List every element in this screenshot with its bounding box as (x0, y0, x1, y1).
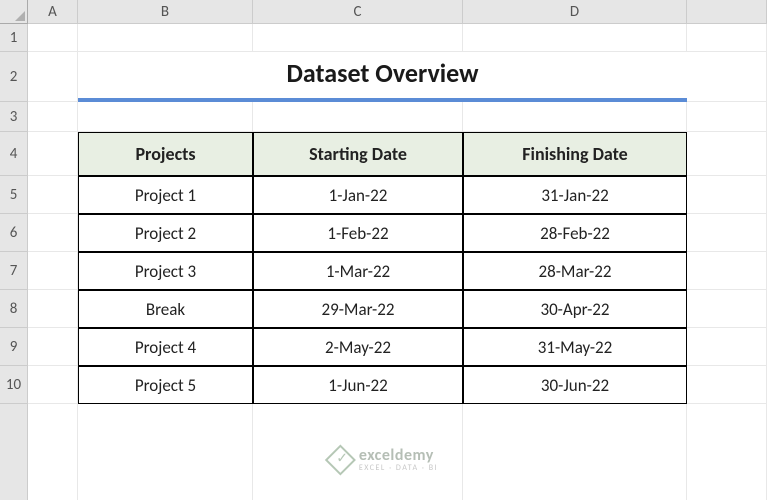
col-header-A[interactable]: A (28, 0, 78, 24)
cell[interactable] (687, 52, 767, 102)
table-row[interactable]: Project 2 (78, 214, 253, 252)
cell[interactable] (78, 102, 253, 132)
cell[interactable] (687, 252, 767, 290)
table-row[interactable]: 1-Feb-22 (253, 214, 463, 252)
cell[interactable] (28, 214, 78, 252)
cell[interactable] (253, 24, 463, 52)
table-row[interactable]: 31-May-22 (463, 328, 687, 366)
cell[interactable] (687, 290, 767, 328)
cell[interactable] (463, 102, 687, 132)
cell[interactable] (78, 24, 253, 52)
table-row[interactable]: 30-Jun-22 (463, 366, 687, 404)
col-header-B[interactable]: B (78, 0, 253, 24)
watermark-main: exceldemy (359, 448, 438, 464)
table-row[interactable]: Project 1 (78, 176, 253, 214)
col-header-D[interactable]: D (463, 0, 687, 24)
table-header-finishing[interactable]: Finishing Date (463, 132, 687, 176)
cell[interactable] (687, 214, 767, 252)
cell[interactable] (687, 24, 767, 52)
cell[interactable] (28, 328, 78, 366)
row-header-6[interactable]: 6 (0, 214, 28, 252)
cell[interactable] (687, 132, 767, 176)
col-header-blank[interactable] (687, 0, 767, 24)
table-row[interactable]: 28-Mar-22 (463, 252, 687, 290)
table-row[interactable]: 28-Feb-22 (463, 214, 687, 252)
table-row[interactable]: 1-Jan-22 (253, 176, 463, 214)
table-header-projects[interactable]: Projects (78, 132, 253, 176)
cell[interactable] (28, 290, 78, 328)
watermark-sub: EXCEL · DATA · BI (359, 464, 438, 472)
cell[interactable] (463, 24, 687, 52)
table-row[interactable]: 30-Apr-22 (463, 290, 687, 328)
table-row[interactable]: Project 5 (78, 366, 253, 404)
cell[interactable] (28, 404, 78, 500)
row-header-5[interactable]: 5 (0, 176, 28, 214)
table-row[interactable]: 31-Jan-22 (463, 176, 687, 214)
cell[interactable] (687, 366, 767, 404)
table-row[interactable]: 29-Mar-22 (253, 290, 463, 328)
cell[interactable] (28, 102, 78, 132)
exceldemy-logo-icon (324, 444, 355, 475)
dataset-title[interactable]: Dataset Overview (78, 52, 687, 102)
table-row[interactable]: Project 4 (78, 328, 253, 366)
cell[interactable] (28, 132, 78, 176)
row-header-4[interactable]: 4 (0, 132, 28, 176)
table-row[interactable]: Project 3 (78, 252, 253, 290)
cell[interactable] (463, 404, 687, 500)
cell[interactable] (687, 102, 767, 132)
cell[interactable] (28, 24, 78, 52)
table-row[interactable]: 1-Mar-22 (253, 252, 463, 290)
table-row[interactable]: Break (78, 290, 253, 328)
row-header-blank[interactable] (0, 404, 28, 500)
table-row[interactable]: 1-Jun-22 (253, 366, 463, 404)
cell[interactable] (28, 176, 78, 214)
row-header-8[interactable]: 8 (0, 290, 28, 328)
col-header-C[interactable]: C (253, 0, 463, 24)
cell[interactable] (28, 252, 78, 290)
cell[interactable] (253, 102, 463, 132)
select-all-corner[interactable] (0, 0, 28, 24)
cell[interactable] (78, 404, 253, 500)
cell[interactable] (28, 52, 78, 102)
watermark: exceldemy EXCEL · DATA · BI (329, 448, 438, 472)
cell[interactable] (687, 328, 767, 366)
row-header-3[interactable]: 3 (0, 102, 28, 132)
row-header-7[interactable]: 7 (0, 252, 28, 290)
table-header-starting[interactable]: Starting Date (253, 132, 463, 176)
spreadsheet-grid: A B C D 1 2 3 4 5 6 7 8 9 10 Dataset Ove… (0, 0, 767, 500)
cell[interactable] (687, 176, 767, 214)
row-header-10[interactable]: 10 (0, 366, 28, 404)
row-header-2[interactable]: 2 (0, 52, 28, 102)
table-row[interactable]: 2-May-22 (253, 328, 463, 366)
row-header-9[interactable]: 9 (0, 328, 28, 366)
row-header-1[interactable]: 1 (0, 24, 28, 52)
cell[interactable] (687, 404, 767, 500)
cell[interactable] (28, 366, 78, 404)
